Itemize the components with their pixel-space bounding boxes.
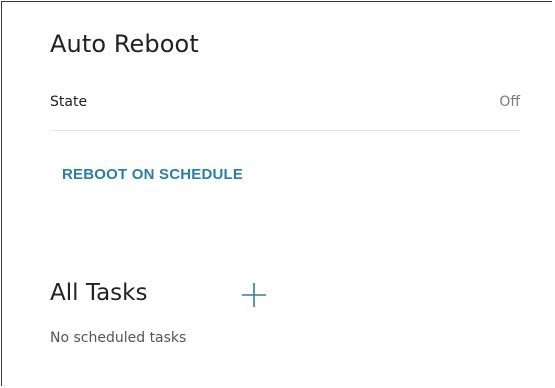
state-value: Off [499,94,520,110]
state-label: State [50,94,88,110]
empty-tasks-message: No scheduled tasks [50,330,187,346]
auto-reboot-panel: Auto Reboot State Off REBOOT ON SCHEDULE… [1,1,552,386]
page-title: Auto Reboot [50,30,199,58]
plus-icon[interactable] [240,281,268,309]
all-tasks-title: All Tasks [50,280,148,306]
reboot-on-schedule-link[interactable]: REBOOT ON SCHEDULE [62,166,243,183]
state-row: State Off [50,90,520,131]
